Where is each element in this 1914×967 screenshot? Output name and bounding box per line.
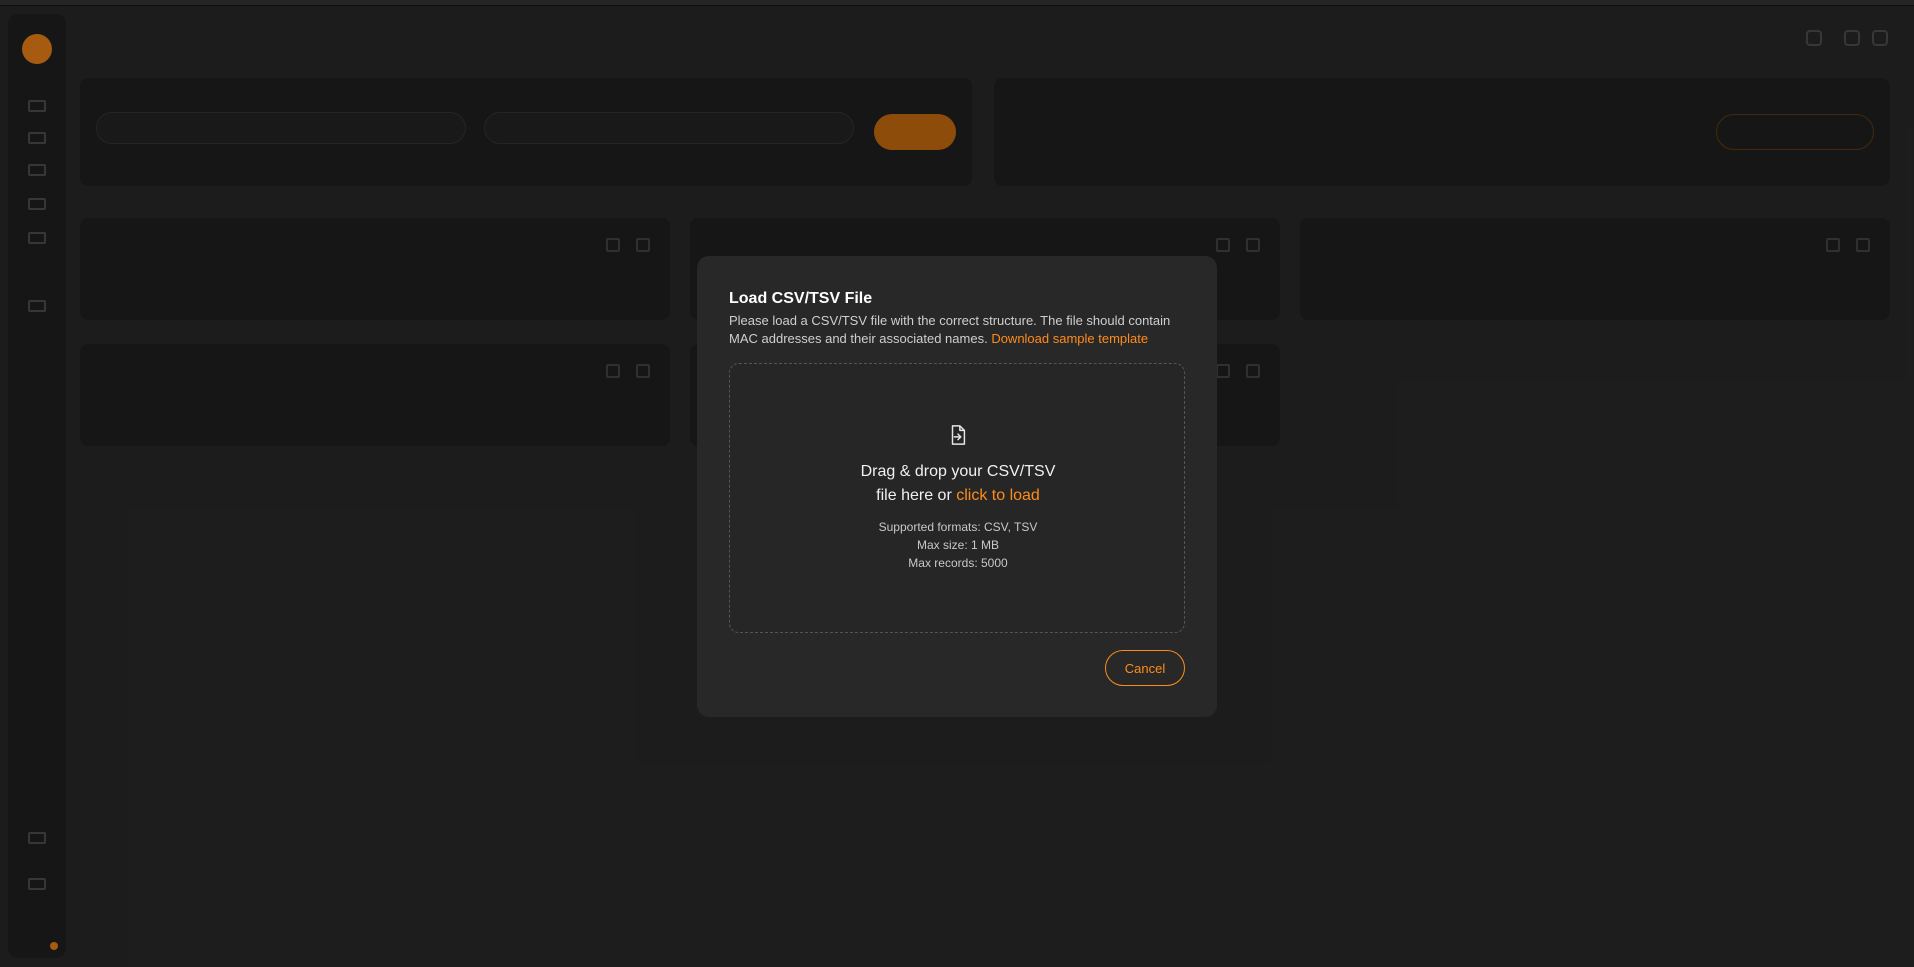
dialog-description: Please load a CSV/TSV file with the corr… xyxy=(729,312,1189,348)
max-size-text: Max size: 1 MB xyxy=(916,538,1000,552)
download-template-link[interactable]: Download sample template xyxy=(991,331,1148,346)
dialog-title: Load CSV/TSV File xyxy=(729,290,873,307)
dropzone-instructions: Drag & drop your CSV/TSV file here or cl… xyxy=(730,460,1186,508)
dropzone-line-1: Drag & drop your CSV/TSV xyxy=(860,463,1056,480)
file-import-icon xyxy=(951,425,966,445)
file-dropzone[interactable]: Drag & drop your CSV/TSV file here or cl… xyxy=(729,363,1185,633)
max-records-text: Max records: 5000 xyxy=(908,556,1008,570)
dropzone-line-2-prefix: file here or xyxy=(876,487,952,504)
dropzone-limits: Supported formats: CSV, TSV Max size: 1 … xyxy=(730,518,1186,572)
dropzone-line-2: file here or click to load xyxy=(730,484,1186,508)
cancel-button[interactable]: Cancel xyxy=(1105,650,1185,686)
supported-formats-text: Supported formats: CSV, TSV xyxy=(878,520,1038,534)
click-to-load-link[interactable]: click to load xyxy=(956,487,1040,504)
load-csv-dialog: Load CSV/TSV File Please load a CSV/TSV … xyxy=(697,256,1217,717)
